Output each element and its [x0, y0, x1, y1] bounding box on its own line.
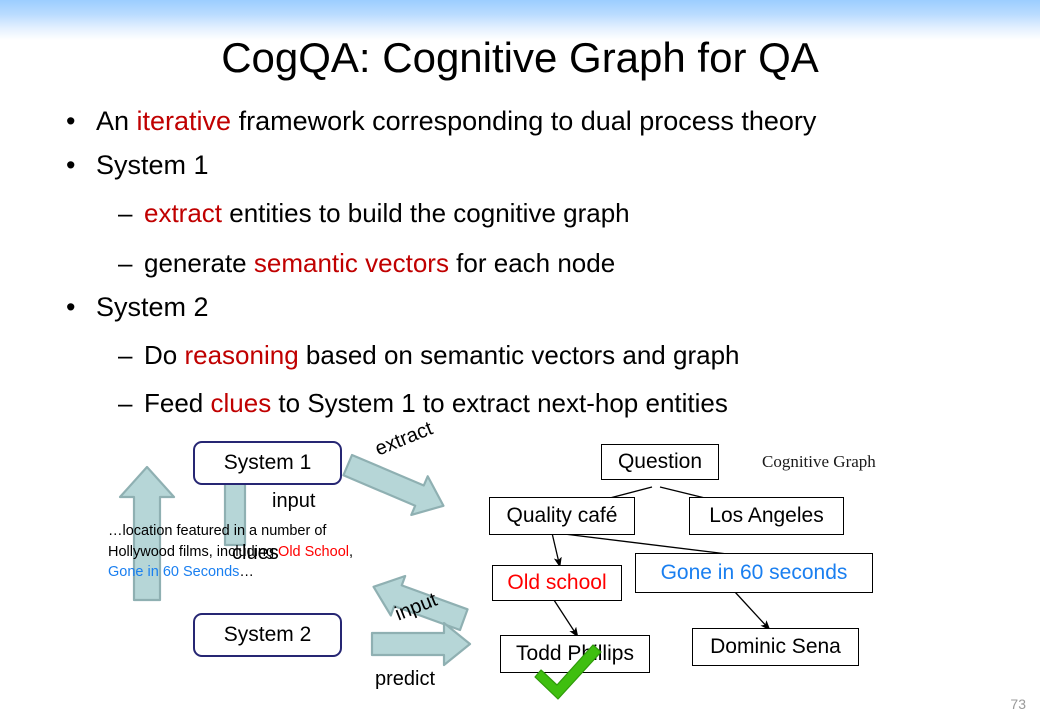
graph-node-question-label: Question	[617, 450, 703, 473]
snippet-gone-60: Gone in 60 Seconds	[108, 564, 240, 581]
graph-node-old-school-label: Old school	[507, 571, 607, 594]
system-2-box[interactable]: System 2	[193, 613, 342, 657]
input-top-arrow-label: input	[272, 490, 316, 512]
snippet-old-school: Old School	[278, 543, 349, 560]
bullet-text-fragment: for each node	[448, 248, 616, 278]
bullet-line-7: – Feed clues to System 1 to extract next-…	[118, 390, 728, 416]
extract-block-arrow	[342, 453, 445, 517]
bullet-text-fragment: An	[96, 106, 137, 136]
bullet-line-4: – generate semantic vectors for each node	[118, 250, 615, 276]
snippet-comma: ,	[348, 543, 354, 560]
bullet-marker: •	[66, 150, 76, 180]
bullet-text-fragment: framework corresponding to dual process …	[231, 106, 817, 136]
graph-node-old-school[interactable]: Old school	[492, 565, 622, 601]
graph-node-quality-cafe[interactable]: Quality café	[489, 497, 635, 535]
bullet-line-2: • System 1	[66, 152, 209, 179]
graph-node-dominic-sena-label: Dominic Sena	[710, 635, 841, 658]
bullet-line-6: – Do reasoning based on semantic vectors …	[118, 342, 740, 368]
bullet-marker: •	[66, 106, 76, 136]
graph-node-los-angeles-label: Los Angeles	[709, 504, 824, 527]
bullet-text-fragment: clues	[210, 388, 272, 418]
system-1-box[interactable]: System 1	[193, 441, 342, 485]
answer-check-icon	[534, 644, 602, 700]
bullet-line-3: – extract entities to build the cognitive…	[118, 200, 630, 226]
diagram-area: System 1 System 2 extract input clues in…	[0, 418, 1040, 720]
clues-arrow-label: clues	[232, 542, 279, 564]
bullet-text-fragment: generate	[144, 248, 254, 278]
predict-arrow-label: predict	[375, 668, 436, 690]
bullet-line-1: • An iterative framework corresponding to…	[66, 108, 816, 135]
page-title: CogQA: Cognitive Graph for QA	[221, 34, 819, 81]
bullet-text-fragment: Do	[144, 340, 185, 370]
bullet-text-fragment: System 2	[96, 292, 209, 322]
bullet-marker: •	[66, 292, 76, 322]
bullet-text-fragment: semantic vectors	[253, 248, 449, 278]
bullet-marker: –	[118, 388, 133, 418]
bullet-marker: –	[118, 198, 133, 228]
bullet-text-fragment: System 1	[96, 150, 209, 180]
snippet-ellipsis: …	[239, 564, 254, 581]
graph-node-gone-in-60-seconds-label: Gone in 60 seconds	[660, 561, 848, 584]
graph-node-los-angeles[interactable]: Los Angeles	[689, 497, 844, 535]
system-2-label: System 2	[223, 623, 312, 646]
snippet-line-1: …location featured in a number of	[108, 523, 327, 539]
bullet-text-fragment: reasoning	[184, 340, 299, 370]
snippet-line-3: Gone in 60 Seconds…	[108, 562, 428, 583]
bullet-text-fragment: Feed	[144, 388, 211, 418]
bullet-text-fragment: to System 1 to extract next-hop entities	[271, 388, 728, 418]
graph-node-question[interactable]: Question	[601, 444, 719, 480]
bullet-line-5: • System 2	[66, 294, 209, 321]
graph-node-quality-cafe-label: Quality café	[506, 504, 618, 527]
bullet-text-fragment: based on semantic vectors and graph	[298, 340, 740, 370]
bullet-text-fragment: extract	[144, 198, 223, 228]
graph-node-dominic-sena[interactable]: Dominic Sena	[692, 628, 859, 666]
slide-canvas: CogQA: Cognitive Graph for QA • An iterat…	[0, 0, 1040, 720]
bullet-marker: –	[118, 340, 133, 370]
graph-node-gone-in-60-seconds[interactable]: Gone in 60 seconds	[635, 553, 873, 593]
system-1-label: System 1	[223, 451, 312, 474]
bullet-marker: –	[118, 248, 133, 278]
bullet-text-fragment: iterative	[136, 106, 232, 136]
bullet-text-fragment: entities to build the cognitive graph	[222, 198, 630, 228]
